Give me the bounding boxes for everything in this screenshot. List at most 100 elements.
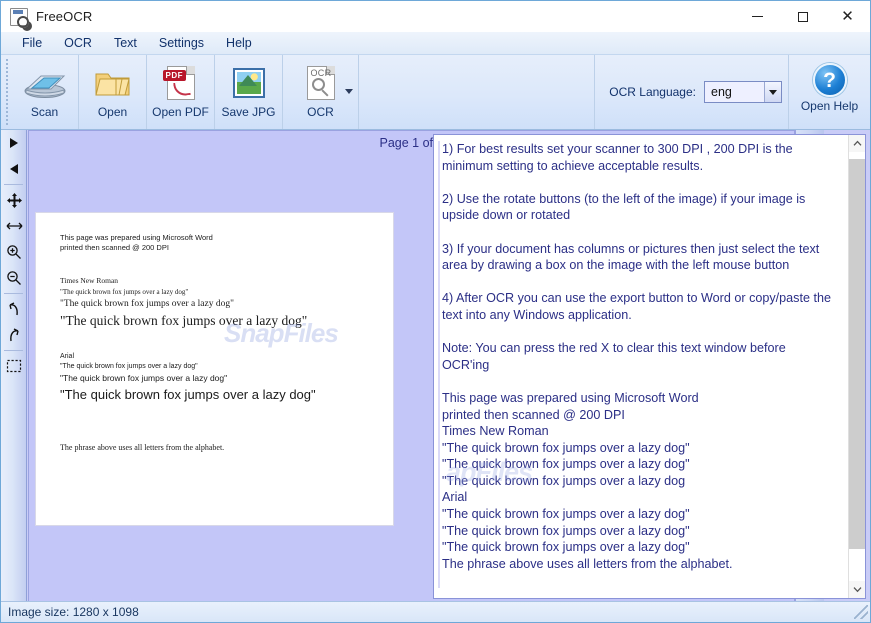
minimize-icon [752,16,763,17]
image-thumbnail [236,72,261,94]
menu-bar: File OCR Text Settings Help [1,32,870,55]
image-frame [232,68,265,98]
rotate-left-icon [10,164,18,174]
ocr-badge: OCR [310,68,332,78]
rail-separator [4,184,23,185]
horizontal-arrows-icon [6,222,22,230]
scan-label: Scan [30,105,59,119]
open-pdf-label: Open PDF [152,105,209,119]
menu-item-settings[interactable]: Settings [148,34,215,52]
resize-grip-icon[interactable] [854,605,868,619]
doc-sans-line-2: "The quick brown fox jumps over a lazy d… [60,373,228,383]
ocr-button[interactable]: OCR OCR [283,55,359,129]
scrollbar-thumb[interactable] [849,159,865,549]
open-pdf-button[interactable]: PDF Open PDF [147,55,215,129]
menu-item-file[interactable]: File [11,34,53,52]
zoom-out-button[interactable] [1,265,27,291]
ocr-text-content[interactable]: 1) For best results set your scanner to … [434,135,848,598]
doc-serif-title: Times New Roman [60,276,119,285]
magnifier-glyph [311,78,325,91]
question-mark-icon: ? [812,63,847,97]
select-region-button[interactable] [1,353,27,379]
redo-button[interactable] [1,322,27,348]
ocr-language-group: OCR Language: eng [594,55,788,129]
scroll-down-button[interactable] [849,581,865,598]
text-scrollbar[interactable] [848,135,865,598]
menu-item-text[interactable]: Text [103,34,148,52]
zoom-out-icon [7,271,21,285]
redo-icon [10,327,19,341]
status-bar: Image size: 1280 x 1098 [1,601,870,622]
app-ocr-icon [10,7,29,28]
window-title: FreeOCR [36,9,93,24]
scan-button[interactable]: Scan [11,55,79,129]
pan-button[interactable] [1,187,27,213]
ocr-dropdown-caret-icon[interactable] [345,89,353,94]
pdf-page-shape: PDF [162,66,195,100]
ocr-label: OCR [307,105,334,119]
maximize-button[interactable] [780,1,825,32]
pdf-badge: PDF [162,70,186,81]
folder-open-icon-svg [94,73,130,96]
doc-serif-line-1: "The quick brown fox jumps over a lazy d… [60,288,189,296]
window-controls: ✕ [735,1,870,32]
doc-sans-line-1: "The quick brown fox jumps over a lazy d… [60,363,198,370]
zoom-in-icon [7,245,21,259]
image-file-icon [232,63,265,103]
open-help-button[interactable]: ? Open Help [788,55,870,129]
scroll-up-button[interactable] [849,135,865,152]
main-toolbar: Scan Open PDF Open PDF Save JPG OCR OCR … [1,55,870,130]
doc-footer-text: The phrase above uses all letters from t… [60,443,225,452]
menu-item-help[interactable]: Help [215,34,263,52]
rotate-left-button[interactable] [1,156,27,182]
ocr-text-panel[interactable]: 1) For best results set your scanner to … [433,134,866,599]
open-label: Open [97,105,128,119]
rotate-right-button[interactable] [1,130,27,156]
doc-serif-line-2: "The quick brown fox jumps over a lazy d… [60,299,234,309]
open-button[interactable]: Open [79,55,147,129]
freeocr-window: FreeOCR ✕ File OCR Text Settings Help Sc… [0,0,871,623]
chevron-down-icon [853,587,862,593]
ocr-language-select[interactable]: eng [704,81,782,103]
scanned-page-preview[interactable]: This page was prepared using Microsoft W… [36,213,393,525]
selection-box-icon [6,359,22,373]
rotate-right-icon [10,138,18,148]
scanner-icon-svg [24,75,65,98]
doc-sans-title: Arial [60,353,75,360]
rail-separator [4,350,23,351]
doc-sans-line-3: "The quick brown fox jumps over a lazy d… [60,387,316,402]
title-bar: FreeOCR ✕ [1,1,870,32]
chevron-down-icon[interactable] [764,82,781,102]
doc-serif-line-3: "The quick brown fox jumps over a lazy d… [60,313,308,328]
undo-button[interactable] [1,296,27,322]
pdf-swoosh [172,80,191,98]
scanner-icon [23,63,67,103]
folder-open-icon [94,63,132,103]
image-tool-rail [1,130,27,603]
ocr-magnifier-icon: OCR [306,63,335,103]
ocr-language-label: OCR Language: [609,85,696,99]
undo-icon [9,301,18,315]
doc-header-text: This page was prepared using Microsoft W… [60,233,213,252]
menu-item-ocr[interactable]: OCR [53,34,103,52]
open-help-label: Open Help [800,99,859,113]
close-button[interactable]: ✕ [825,1,870,32]
ocr-language-value: eng [711,85,732,99]
work-area: Page 1 of 1 This page was prepared using… [1,130,870,603]
save-jpg-label: Save JPG [221,105,276,119]
page-fold [185,66,195,75]
pdf-file-icon: PDF [162,63,195,103]
image-size-status: Image size: 1280 x 1098 [8,605,139,619]
doc-sans-section: Arial "The quick brown fox jumps over a … [60,353,316,402]
minimize-button[interactable] [735,1,780,32]
toolbar-grip[interactable] [4,59,11,125]
save-jpg-button[interactable]: Save JPG [215,55,283,129]
fit-width-button[interactable] [1,213,27,239]
move-cross-icon [6,192,22,208]
chevron-up-icon [853,140,862,146]
ocr-page-shape: OCR [306,66,335,100]
rail-separator [4,293,23,294]
maximize-icon [797,11,808,22]
doc-serif-section: Times New Roman "The quick brown fox jum… [60,276,307,329]
zoom-in-button[interactable] [1,239,27,265]
